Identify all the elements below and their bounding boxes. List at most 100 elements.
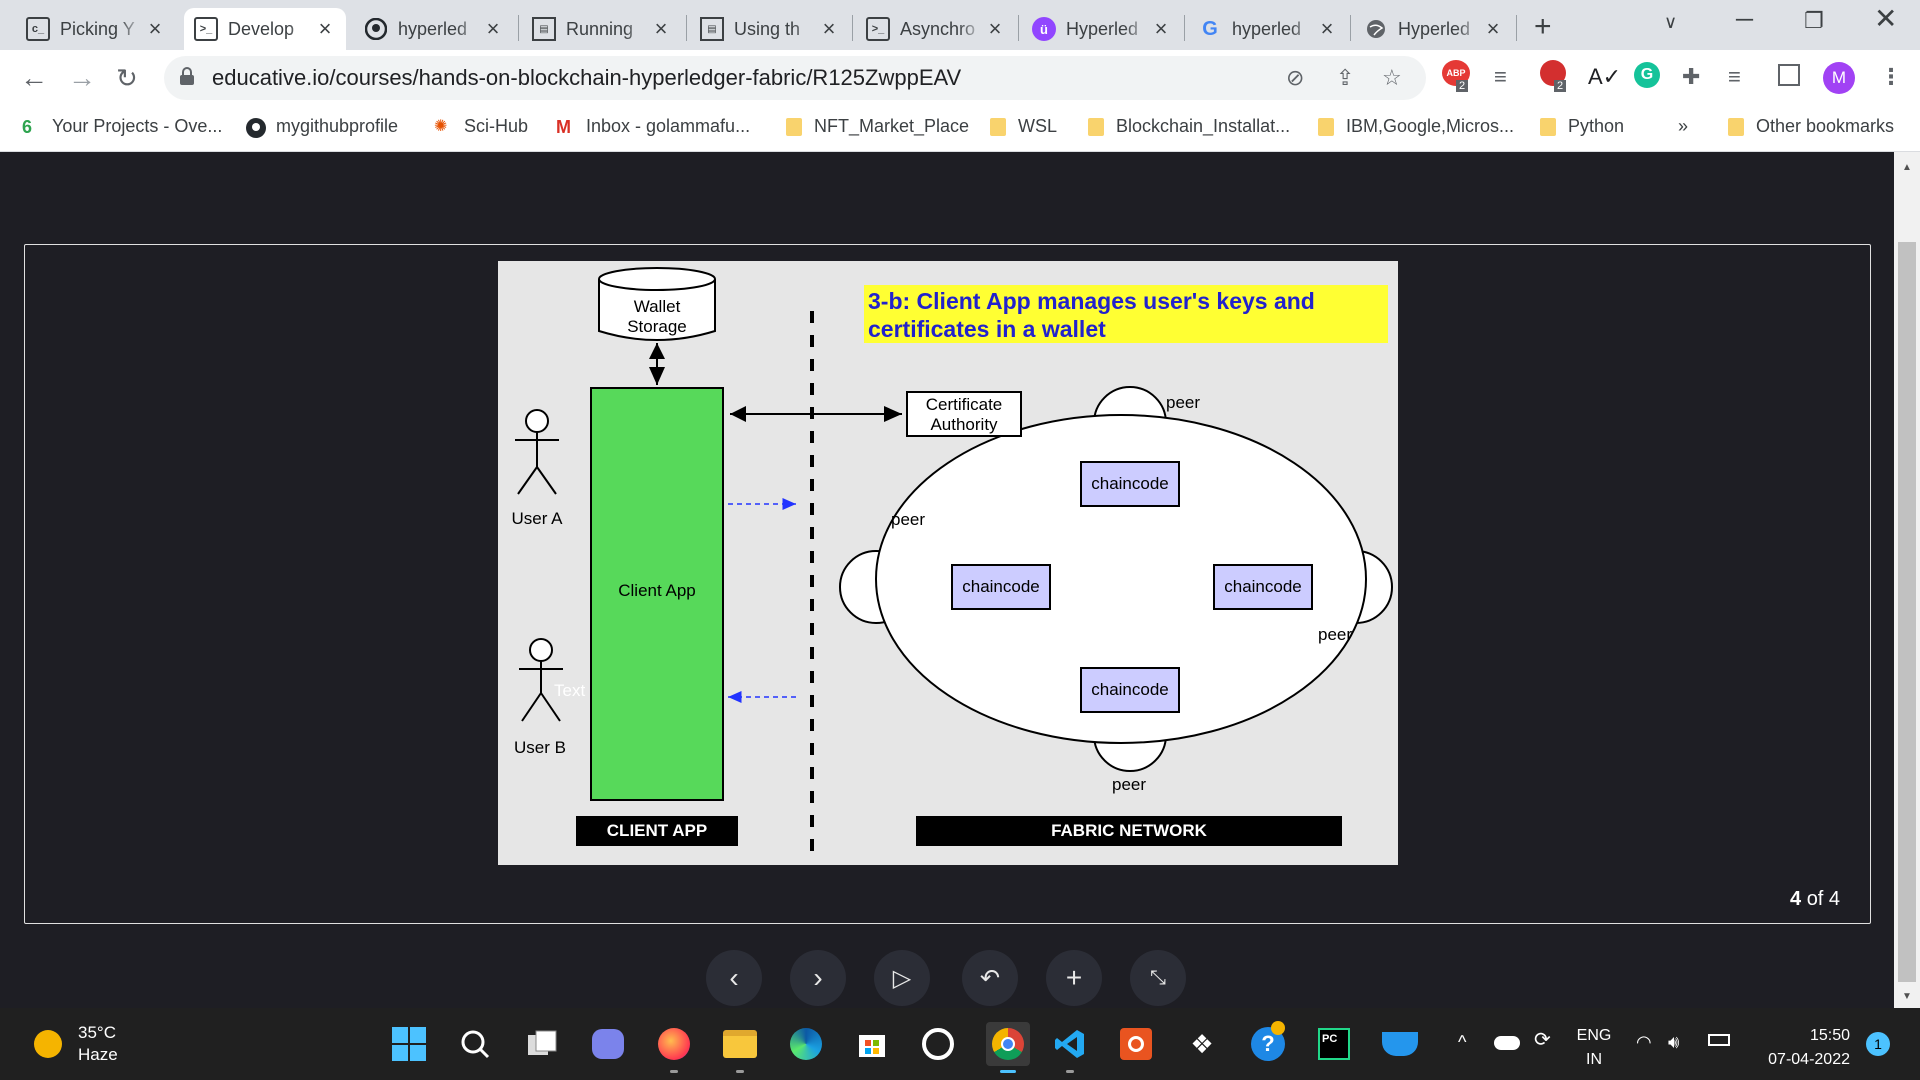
forward-button[interactable]: →: [68, 62, 96, 94]
scroll-up-icon[interactable]: ▲: [1902, 162, 1912, 173]
tab-hyperledger-web[interactable]: Hyperled ×: [1354, 8, 1514, 50]
ubuntu-icon[interactable]: [1118, 1026, 1154, 1062]
search-icon[interactable]: [457, 1026, 493, 1062]
side-panel-icon[interactable]: [1778, 64, 1800, 86]
battery-icon[interactable]: [1708, 1034, 1730, 1046]
reload-button[interactable]: ↻: [116, 63, 138, 94]
minimize-button[interactable]: ─: [1736, 6, 1753, 34]
folder-icon: [990, 117, 1006, 136]
bookmark-ibm-google[interactable]: IBM,Google,Micros...: [1318, 116, 1514, 137]
play-button[interactable]: ▷: [874, 950, 930, 1006]
grammarly-icon[interactable]: G: [1634, 62, 1660, 88]
bookmark-scihub[interactable]: ✺ Sci-Hub: [434, 116, 528, 137]
faint-text-label: Text: [554, 681, 586, 700]
folder-icon: [1088, 117, 1104, 136]
tab-search-icon[interactable]: ∨: [1664, 12, 1677, 33]
tab-running[interactable]: ▤ Running ×: [522, 8, 682, 50]
reading-list-ext-icon[interactable]: ≡: [1494, 64, 1507, 90]
restore-button[interactable]: ❐: [1804, 8, 1824, 34]
openai-icon[interactable]: [920, 1026, 956, 1062]
tab-using-the[interactable]: ▤ Using th ×: [690, 8, 850, 50]
vscode-icon[interactable]: [1052, 1026, 1088, 1062]
address-bar[interactable]: educative.io/courses/hands-on-blockchain…: [164, 56, 1426, 100]
adblock-extension-icon[interactable]: ABP 2: [1442, 60, 1470, 92]
chaincode-left: chaincode: [951, 564, 1051, 610]
task-view-icon[interactable]: [524, 1026, 560, 1062]
tab-picking[interactable]: c_ Picking Y ×: [16, 8, 176, 50]
restart-button[interactable]: ↶: [962, 950, 1018, 1006]
clock[interactable]: 15:50 07-04-2022: [1746, 1024, 1850, 1072]
firefox-icon[interactable]: [656, 1026, 692, 1062]
add-button[interactable]: +: [1046, 950, 1102, 1006]
close-icon[interactable]: ×: [818, 16, 840, 42]
peer-label-right: peer: [1318, 625, 1353, 644]
help-icon[interactable]: ?: [1250, 1021, 1286, 1062]
bookmark-wsl[interactable]: WSL: [990, 116, 1057, 137]
extensions-puzzle-icon[interactable]: ✚: [1682, 64, 1700, 90]
close-window-button[interactable]: ✕: [1874, 2, 1897, 35]
notification-badge[interactable]: 1: [1866, 1032, 1890, 1056]
language-indicator[interactable]: ENG IN: [1576, 1024, 1612, 1072]
bookmark-blockchain-install[interactable]: Blockchain_Installat...: [1088, 116, 1290, 137]
volume-icon[interactable]: 🔊︎: [1668, 1030, 1679, 1054]
dropbox-icon[interactable]: ❖: [1184, 1026, 1220, 1062]
menu-kebab-icon[interactable]: ⋮: [1880, 64, 1902, 90]
tab-hyperledger-github[interactable]: hyperled ×: [354, 8, 514, 50]
new-tab-button[interactable]: +: [1534, 10, 1552, 44]
back-button[interactable]: ←: [20, 62, 48, 94]
folder-icon: [1728, 117, 1744, 136]
page-scrollbar[interactable]: ▲ ▼: [1894, 152, 1920, 1008]
lastpass-extension-icon[interactable]: 2: [1540, 60, 1567, 92]
bookmark-mygithubprofile[interactable]: mygithubprofile: [246, 116, 398, 138]
lock-icon[interactable]: [180, 67, 194, 85]
prev-slide-button[interactable]: ‹: [706, 950, 762, 1006]
page-counter: 4 of 4: [1790, 888, 1841, 910]
bookmark-other[interactable]: Other bookmarks: [1728, 116, 1894, 137]
close-icon[interactable]: ×: [1316, 16, 1338, 42]
next-slide-button[interactable]: ›: [790, 950, 846, 1006]
weather-widget[interactable]: 35°C Haze: [78, 1022, 118, 1066]
close-icon[interactable]: ×: [314, 16, 336, 42]
tab-hyperledger-docs[interactable]: ü Hyperled ×: [1022, 8, 1182, 50]
bookmark-nft-market[interactable]: NFT_Market_Place: [786, 116, 969, 137]
close-icon[interactable]: ×: [482, 16, 504, 42]
tab-google-search[interactable]: G hyperled ×: [1188, 8, 1348, 50]
docker-icon[interactable]: [1382, 1026, 1418, 1062]
bookmark-gmail[interactable]: M Inbox - golammafu...: [556, 116, 750, 137]
url-text[interactable]: educative.io/courses/hands-on-blockchain…: [212, 65, 961, 91]
bookmark-your-projects[interactable]: 6 Your Projects - Ove...: [22, 116, 222, 137]
tray-overflow-icon[interactable]: ^: [1458, 1030, 1466, 1054]
edge-icon[interactable]: [788, 1026, 824, 1062]
close-icon[interactable]: ×: [144, 16, 166, 42]
bookmark-python[interactable]: Python: [1540, 116, 1624, 137]
tab-asynchronous[interactable]: >_ Asynchro ×: [856, 8, 1016, 50]
spellcheck-ext-icon[interactable]: A✓: [1588, 64, 1621, 90]
scroll-down-icon[interactable]: ▼: [1902, 991, 1912, 1002]
wifi-icon[interactable]: ◠: [1636, 1030, 1652, 1054]
hyperledger-icon: ü: [1032, 17, 1056, 41]
media-queue-icon[interactable]: ≡: [1728, 64, 1741, 90]
weather-sun-icon[interactable]: [34, 1030, 62, 1058]
scroll-thumb[interactable]: [1898, 242, 1916, 982]
close-icon[interactable]: ×: [1482, 16, 1504, 42]
close-icon[interactable]: ×: [984, 16, 1006, 42]
onedrive-icon[interactable]: [1494, 1030, 1520, 1050]
pycharm-icon[interactable]: PC: [1316, 1026, 1352, 1062]
chrome-icon[interactable]: [986, 1022, 1030, 1066]
fullscreen-exit-button[interactable]: ⤡: [1130, 950, 1186, 1006]
windows-start-icon[interactable]: [391, 1026, 427, 1062]
sync-icon[interactable]: ⟳: [1534, 1028, 1551, 1052]
client-app-caption: CLIENT APP: [576, 816, 738, 846]
close-icon[interactable]: ×: [650, 16, 672, 42]
slide-viewer: Wallet Storage Client App User A User B …: [0, 152, 1894, 1008]
close-icon[interactable]: ×: [1150, 16, 1172, 42]
file-explorer-icon[interactable]: [722, 1026, 758, 1062]
bookmark-star-icon[interactable]: ☆: [1382, 65, 1402, 91]
tab-develop[interactable]: >_ Develop ×: [184, 8, 346, 50]
eye-off-icon[interactable]: ⊘: [1286, 65, 1304, 91]
ms-store-icon[interactable]: [854, 1026, 890, 1062]
profile-avatar[interactable]: M: [1823, 62, 1855, 94]
bookmarks-overflow-button[interactable]: »: [1678, 116, 1688, 137]
share-icon[interactable]: ⇪: [1336, 65, 1354, 91]
teams-chat-icon[interactable]: [590, 1026, 626, 1062]
